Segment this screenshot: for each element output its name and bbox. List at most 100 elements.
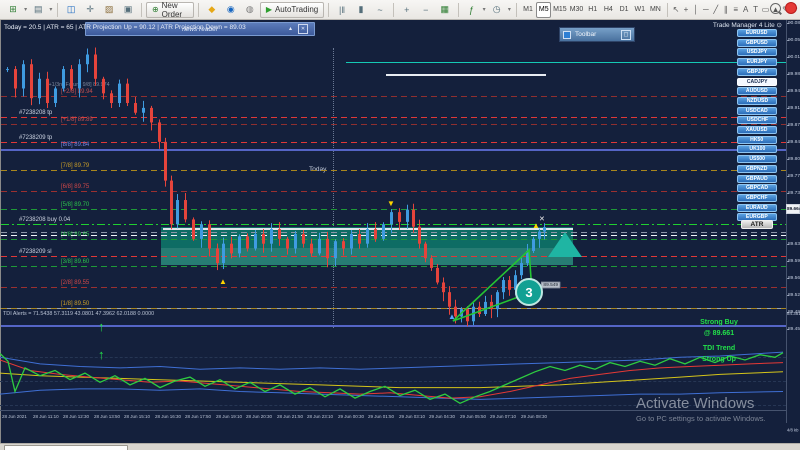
pair-button-gbpchf[interactable]: GBPCHF	[737, 193, 777, 202]
profiles-icon[interactable]: ▤	[29, 1, 47, 18]
data-window-icon[interactable]: ✛	[81, 1, 99, 18]
main-toolbar: ⊞ ▾ ▤ ▾ ◫ ✛ ▨ ▣ ⊕ New Order ◆ ◉ ◍ ▶ AutoTrading |‖ ▮ ~ + − ▦…	[0, 0, 800, 20]
current-price-box: 89.664	[786, 204, 800, 214]
pair-label: GBPAUD	[746, 175, 768, 182]
channel-tool-icon[interactable]: ∥	[721, 3, 730, 17]
trendline-tool-icon[interactable]: ╱	[711, 3, 720, 17]
periods-icon[interactable]: ◷	[488, 1, 506, 18]
shapes-tool-icon[interactable]: ▭	[761, 3, 770, 17]
autotrading-button-icon: ▶	[265, 5, 272, 14]
toolbar-right-group	[770, 2, 797, 14]
autotrading-button[interactable]: ▶ AutoTrading	[259, 1, 325, 18]
price-label: 89.980	[788, 71, 800, 77]
pair-button-eurusd[interactable]: EURUSD	[737, 29, 777, 37]
pair-button-usdcad[interactable]: USDCAD	[737, 106, 777, 115]
timeframe-d1[interactable]: D1	[617, 2, 632, 18]
pair-button-cadjpy[interactable]: CADJPY	[737, 77, 777, 86]
pair-button-uk100[interactable]: UK100	[737, 145, 777, 154]
new-chart-icon[interactable]: ⊞	[4, 1, 22, 18]
pair-button-gbpjpy[interactable]: GBPJPY	[737, 67, 777, 76]
pair-label: HK50	[750, 137, 764, 143]
timeframe-mn[interactable]: MN	[648, 2, 663, 18]
line-chart-icon[interactable]: ~	[371, 1, 389, 18]
pair-label: USDCAD	[746, 108, 768, 114]
price-label: 90.050	[788, 37, 800, 43]
news-collapse-button[interactable]: ▴	[289, 25, 292, 32]
timeframe-m1[interactable]: M1	[521, 2, 536, 18]
atr-button[interactable]: ATR	[741, 220, 773, 229]
text-tool-icon[interactable]: A	[741, 3, 750, 17]
pair-button-usdchf[interactable]: USDCHF	[737, 116, 777, 125]
periods-dropdown[interactable]: ▾	[507, 2, 512, 17]
pair-button-hk50[interactable]: HK50	[737, 135, 777, 144]
terminal-icon[interactable]: ▣	[119, 1, 137, 18]
pair-button-gbpaud[interactable]: GBPAUD	[737, 174, 777, 183]
search-icon[interactable]	[770, 2, 781, 14]
close-cross: ✕	[539, 216, 545, 223]
pair-button-gbpnzd[interactable]: GBPNZD	[737, 164, 777, 173]
indicator-info-bar: Today = 20.5 | ATR = 65 | ATR Projection…	[4, 24, 246, 31]
pair-label: EURUSD	[746, 30, 768, 36]
profiles-dropdown[interactable]: ▾	[48, 2, 53, 17]
pair-button-gbpusd[interactable]: GBPUSD	[737, 38, 777, 47]
tile-windows-icon[interactable]: ▦	[436, 1, 454, 18]
zoom-out-icon[interactable]: −	[417, 1, 435, 18]
crosshair-tool-icon[interactable]: +	[681, 3, 690, 17]
sell-arrow: ▼	[387, 199, 395, 208]
web-icon[interactable]: ◍	[241, 1, 259, 18]
toolbar-separator	[57, 2, 59, 17]
mql5-icon[interactable]: ◆	[203, 1, 221, 18]
indicators-icon[interactable]: ƒ	[463, 1, 481, 18]
cursor-tool-icon[interactable]: ↖	[672, 3, 681, 17]
price-label: 89.910	[788, 105, 800, 111]
timeframe-h1[interactable]: H1	[585, 2, 600, 18]
pair-label: NZDUSD	[746, 98, 768, 104]
pair-label: XAUUSD	[746, 127, 768, 133]
timeframe-m15[interactable]: M15	[552, 2, 568, 18]
chart-area[interactable]: news reader ▴ ✕ Today = 20.5 | ATR = 65 …	[0, 20, 800, 443]
label-tool-icon[interactable]: T	[751, 3, 760, 17]
timeframe-h4[interactable]: H4	[601, 2, 616, 18]
indicators-dropdown[interactable]: ▾	[482, 2, 487, 17]
price-label: 90.085	[788, 20, 800, 26]
pair-button-euraud[interactable]: EURAUD	[737, 203, 777, 212]
market-watch-icon[interactable]: ◫	[62, 1, 80, 18]
community-icon[interactable]: ◉	[222, 1, 240, 18]
pair-button-us500[interactable]: US500	[737, 155, 777, 164]
toolbar-dock-button[interactable]: ◻	[621, 29, 631, 40]
autotrading-button-label: AutoTrading	[274, 5, 319, 14]
fibonacci-tool-icon[interactable]: ≡	[731, 3, 740, 17]
toolbar-separator	[141, 2, 142, 17]
floating-toolbar-window[interactable]: Toolbar ◻	[559, 27, 635, 42]
pair-label: EURJPY	[746, 59, 768, 65]
toolbar-separator	[515, 2, 517, 17]
new-chart-dropdown[interactable]: ▾	[23, 2, 28, 17]
pair-button-audusd[interactable]: AUDUSD	[737, 87, 777, 96]
pair-button-xauusd[interactable]: XAUUSD	[737, 126, 777, 134]
timeframe-m5[interactable]: M5	[536, 1, 552, 18]
price-label: 89.945	[788, 88, 800, 94]
toolbar-window-title: Toolbar	[575, 31, 597, 38]
pair-button-usdjpy[interactable]: USDJPY	[737, 48, 777, 57]
navigator-icon[interactable]: ▨	[100, 1, 118, 18]
notification-icon[interactable]	[785, 2, 797, 14]
price-label: 89.840	[788, 139, 800, 145]
pair-label: USDJPY	[746, 49, 768, 55]
horizontal-line-tool-icon[interactable]: ─	[701, 3, 710, 17]
zoom-in-icon[interactable]: +	[398, 1, 416, 18]
bar-chart-icon[interactable]: |‖	[333, 1, 351, 18]
pair-button-gbpcad[interactable]: GBPCAD	[737, 184, 777, 193]
news-close-button[interactable]: ✕	[298, 24, 308, 34]
pair-button-nzdusd[interactable]: NZDUSD	[737, 96, 777, 105]
timeframe-m30[interactable]: M30	[569, 2, 585, 18]
price-label: 89.735	[788, 190, 800, 196]
timeframe-w1[interactable]: W1	[632, 2, 647, 18]
exit-arrow: ▲	[532, 221, 540, 230]
toolbar-separator	[666, 2, 668, 17]
candlestick-chart-icon[interactable]: ▮	[352, 1, 370, 18]
vertical-line-tool-icon[interactable]: │	[691, 3, 700, 17]
pair-button-eurjpy[interactable]: EURJPY	[737, 58, 777, 67]
new-order-button[interactable]: ⊕ New Order	[145, 1, 195, 19]
horizontal-scrollbar[interactable]	[4, 445, 128, 450]
price-label: 89.525	[788, 292, 800, 298]
